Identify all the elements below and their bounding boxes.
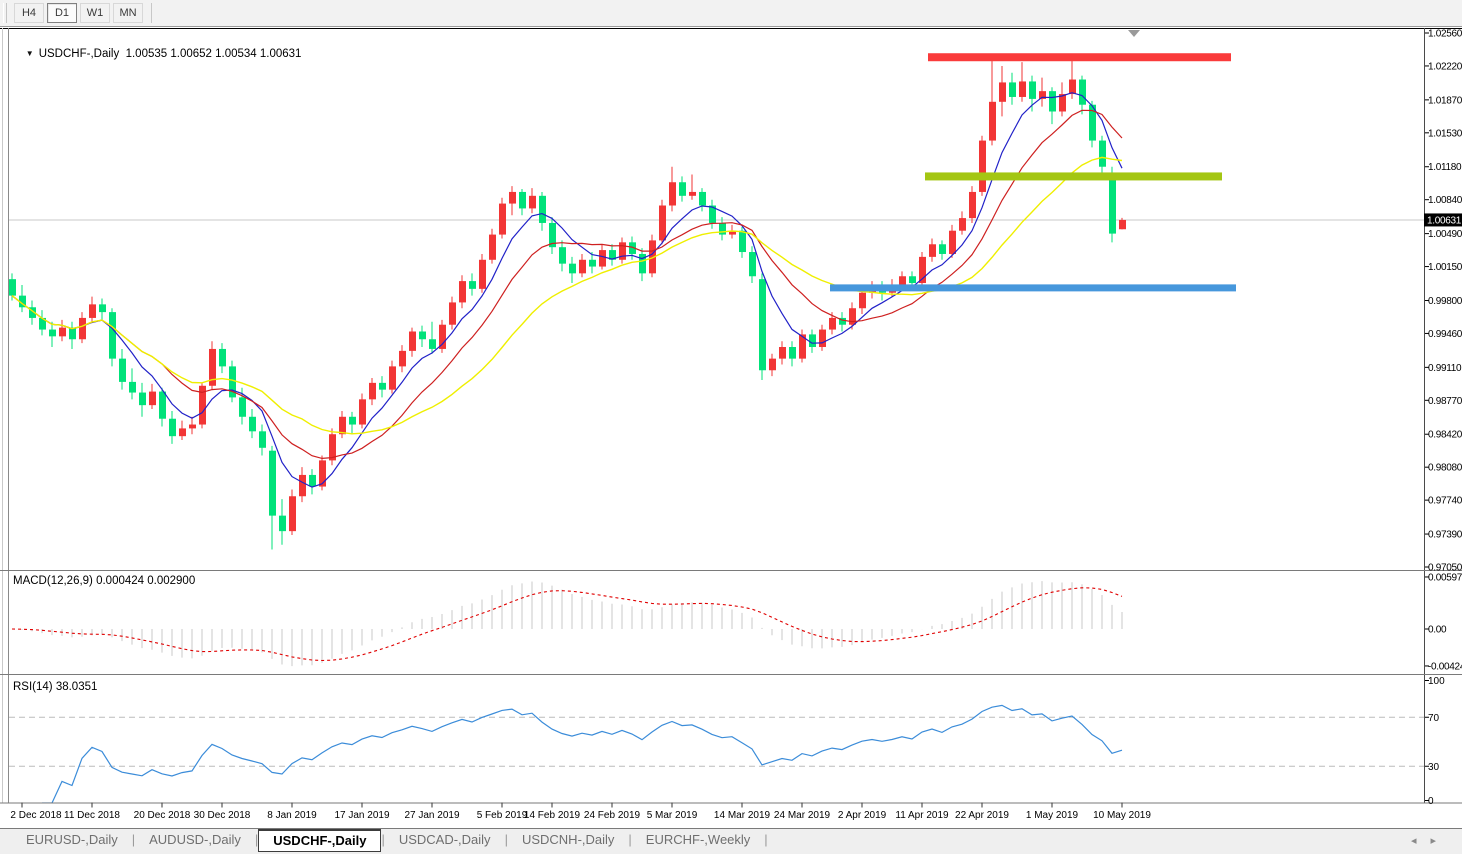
svg-text:5 Mar 2019: 5 Mar 2019 [647,810,698,821]
tab-separator: | [764,832,768,847]
svg-text:0.97390: 0.97390 [1428,530,1462,541]
svg-text:24 Mar 2019: 24 Mar 2019 [774,810,831,821]
toolbar-separator [151,3,152,23]
chart-tabs-bar: EURUSD-,Daily | AUDUSD-,Daily | USDCHF-,Dail… [0,828,1462,854]
timeframe-toolbar: H4 D1 W1 MN [0,0,1462,27]
svg-text:0.97740: 0.97740 [1428,496,1462,507]
svg-text:0.98080: 0.98080 [1428,463,1462,474]
tab-audusd-daily[interactable]: AUDUSD-,Daily [135,829,255,852]
tab-usdchf-daily[interactable]: USDCHF-,Daily [258,829,382,852]
svg-text:1.02560: 1.02560 [1428,29,1462,40]
chart-symbol-label: USDCHF-,Daily [38,48,120,60]
svg-text:70: 70 [1428,713,1440,724]
timeframe-button-W1[interactable]: W1 [80,3,110,23]
toolbar-grip[interactable] [3,3,7,23]
svg-text:20 Dec 2018: 20 Dec 2018 [134,810,191,821]
svg-text:1 May 2019: 1 May 2019 [1026,810,1079,821]
support-blue[interactable] [830,284,1236,292]
tabs-scroll-left-icon[interactable]: ◂ [1411,834,1417,847]
svg-text:14 Feb 2019: 14 Feb 2019 [524,810,581,821]
svg-text:24 Feb 2019: 24 Feb 2019 [584,810,641,821]
chart-context-arrow-icon[interactable]: ▼ [26,49,34,58]
svg-text:0.98420: 0.98420 [1428,430,1462,441]
svg-text:17 Jan 2019: 17 Jan 2019 [334,810,389,821]
svg-text:11 Apr 2019: 11 Apr 2019 [895,810,949,821]
tab-usdcad-daily[interactable]: USDCAD-,Daily [385,829,505,852]
tab-eurchf-weekly[interactable]: EURCHF-,Weekly [632,829,765,852]
svg-text:0.99110: 0.99110 [1428,363,1462,374]
tabs-scroll-right-icon[interactable]: ▸ [1430,834,1436,847]
support-olive[interactable] [925,172,1222,181]
svg-text:100: 100 [1428,676,1445,687]
svg-text:10 May 2019: 10 May 2019 [1093,810,1151,821]
svg-text:30 Dec 2018: 30 Dec 2018 [194,810,251,821]
svg-text:0.00597: 0.00597 [1428,572,1462,583]
svg-text:0.99460: 0.99460 [1428,329,1462,340]
svg-text:1.00490: 1.00490 [1428,229,1462,240]
svg-text:2 Dec 2018: 2 Dec 2018 [10,810,62,821]
timeframe-button-D1[interactable]: D1 [47,3,77,23]
tabs-scroll-arrows: ◂ ▸ [1411,829,1462,847]
chart-title: ▼ USDCHF-,Daily 1.00535 1.00652 1.00534 1… [13,36,302,72]
svg-text:0.00: 0.00 [1428,625,1447,636]
chart-ohlc-label: 1.00535 1.00652 1.00534 1.00631 [125,48,302,60]
svg-text:-0.00424: -0.00424 [1428,661,1462,672]
svg-text:1.01870: 1.01870 [1428,95,1462,106]
tab-eurusd-daily[interactable]: EURUSD-,Daily [12,829,132,852]
svg-text:1.00150: 1.00150 [1428,262,1462,273]
svg-text:1.02220: 1.02220 [1428,61,1462,72]
current-price-tag: 1.00631 [1427,215,1462,226]
svg-text:14 Mar 2019: 14 Mar 2019 [714,810,771,821]
mt4-window: H4 D1 W1 MN 1.02560 1.02220 1.01870 1.01530 1.0… [0,0,1462,854]
svg-text:2 Apr 2019: 2 Apr 2019 [838,810,887,821]
macd-indicator-label: MACD(12,26,9) 0.000424 0.002900 [13,575,196,587]
resistance-red[interactable] [928,53,1231,62]
rsi-indicator-label: RSI(14) 38.0351 [13,681,98,693]
svg-text:0: 0 [1428,796,1434,807]
svg-text:1.00840: 1.00840 [1428,195,1462,206]
svg-text:5 Feb 2019: 5 Feb 2019 [477,810,528,821]
chart-tabs: EURUSD-,Daily | AUDUSD-,Daily | USDCHF-,Dail… [0,829,768,852]
chart-canvas[interactable]: 1.02560 1.02220 1.01870 1.01530 1.01180 1.008… [0,28,1462,827]
svg-text:30: 30 [1428,762,1440,773]
svg-text:1.01180: 1.01180 [1428,162,1462,173]
svg-text:1.01530: 1.01530 [1428,128,1462,139]
svg-text:22 Apr 2019: 22 Apr 2019 [955,810,1009,821]
timeframe-buttons: H4 D1 W1 MN [11,3,143,23]
tab-usdcnh-daily[interactable]: USDCNH-,Daily [508,829,628,852]
svg-text:0.98770: 0.98770 [1428,396,1462,407]
timeframe-button-H4[interactable]: H4 [14,3,44,23]
timeframe-button-MN[interactable]: MN [113,3,143,23]
svg-text:27 Jan 2019: 27 Jan 2019 [404,810,459,821]
svg-text:0.99800: 0.99800 [1428,296,1462,307]
svg-text:11 Dec 2018: 11 Dec 2018 [64,810,120,821]
svg-text:8 Jan 2019: 8 Jan 2019 [267,810,317,821]
